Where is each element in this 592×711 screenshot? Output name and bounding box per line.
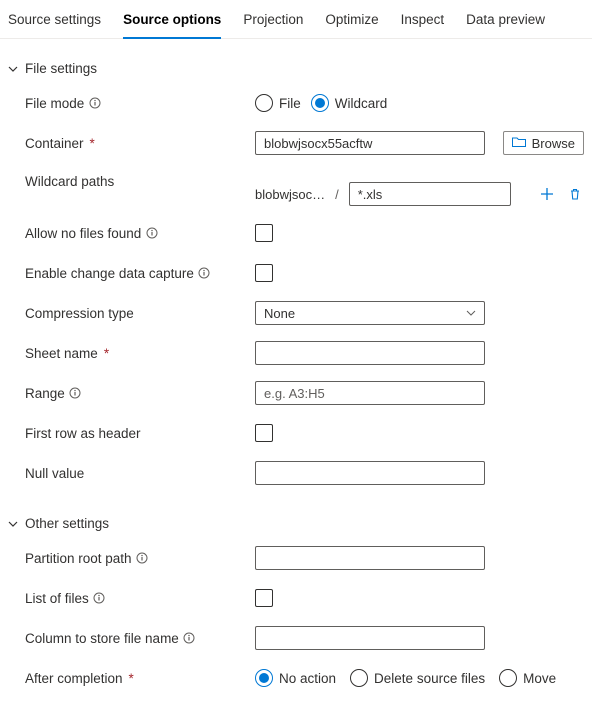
info-icon[interactable] [136, 552, 149, 565]
info-icon[interactable] [88, 97, 101, 110]
label-wildcard-paths: Wildcard paths [25, 174, 114, 189]
compression-select[interactable]: None [255, 301, 485, 325]
tab-source-settings[interactable]: Source settings [8, 8, 101, 39]
label-range: Range [25, 386, 65, 401]
radio-after-move[interactable]: Move [499, 669, 556, 687]
section-title: File settings [25, 61, 97, 76]
range-input[interactable] [255, 381, 485, 405]
radio-after-no-action[interactable]: No action [255, 669, 336, 687]
browse-label: Browse [532, 136, 575, 151]
radio-label: File [279, 96, 301, 111]
tab-data-preview[interactable]: Data preview [466, 8, 545, 39]
info-icon[interactable] [69, 387, 82, 400]
tab-projection[interactable]: Projection [243, 8, 303, 39]
section-file-settings[interactable]: File settings [7, 61, 584, 76]
required-indicator: * [90, 136, 95, 151]
allow-no-files-checkbox[interactable] [255, 224, 273, 242]
folder-icon [512, 136, 526, 151]
radio-label: Move [523, 671, 556, 686]
radio-file-mode-wildcard[interactable]: Wildcard [311, 94, 388, 112]
tab-optimize[interactable]: Optimize [325, 8, 378, 39]
enable-cdc-checkbox[interactable] [255, 264, 273, 282]
label-first-row-header: First row as header [25, 426, 141, 441]
add-path-button[interactable] [538, 185, 556, 203]
label-null-value: Null value [25, 466, 84, 481]
label-container: Container [25, 136, 84, 151]
required-indicator: * [129, 671, 134, 686]
info-icon[interactable] [198, 267, 211, 280]
label-sheet-name: Sheet name [25, 346, 98, 361]
partition-root-input[interactable] [255, 546, 485, 570]
label-column-filename: Column to store file name [25, 631, 179, 646]
tab-inspect[interactable]: Inspect [401, 8, 445, 39]
info-icon[interactable] [183, 632, 196, 645]
label-partition-root: Partition root path [25, 551, 132, 566]
radio-after-delete[interactable]: Delete source files [350, 669, 485, 687]
radio-label: Delete source files [374, 671, 485, 686]
label-file-mode: File mode [25, 96, 84, 111]
section-title: Other settings [25, 516, 109, 531]
label-compression: Compression type [25, 306, 134, 321]
wildcard-prefix: blobwjsoc… [255, 187, 325, 202]
section-other-settings[interactable]: Other settings [7, 516, 584, 531]
browse-button[interactable]: Browse [503, 131, 584, 155]
label-after-completion: After completion [25, 671, 123, 686]
wildcard-input[interactable] [349, 182, 511, 206]
column-filename-input[interactable] [255, 626, 485, 650]
radio-file-mode-file[interactable]: File [255, 94, 301, 112]
label-list-of-files: List of files [25, 591, 89, 606]
sheet-name-input[interactable] [255, 341, 485, 365]
radio-label: No action [279, 671, 336, 686]
path-separator: / [335, 187, 339, 202]
label-allow-no-files: Allow no files found [25, 226, 141, 241]
chevron-down-icon [466, 308, 476, 318]
select-value: None [264, 306, 295, 321]
label-enable-cdc: Enable change data capture [25, 266, 194, 281]
content: File settings File mode File Wildcard Co… [0, 39, 592, 711]
null-value-input[interactable] [255, 461, 485, 485]
first-row-header-checkbox[interactable] [255, 424, 273, 442]
radio-label: Wildcard [335, 96, 388, 111]
chevron-down-icon [7, 518, 19, 530]
container-input[interactable] [255, 131, 485, 155]
info-icon[interactable] [93, 592, 106, 605]
info-icon[interactable] [145, 227, 158, 240]
tab-source-options[interactable]: Source options [123, 8, 221, 39]
tabs: Source settings Source options Projectio… [0, 0, 592, 39]
list-of-files-checkbox[interactable] [255, 589, 273, 607]
chevron-down-icon [7, 63, 19, 75]
required-indicator: * [104, 346, 109, 361]
delete-path-button[interactable] [566, 185, 584, 203]
